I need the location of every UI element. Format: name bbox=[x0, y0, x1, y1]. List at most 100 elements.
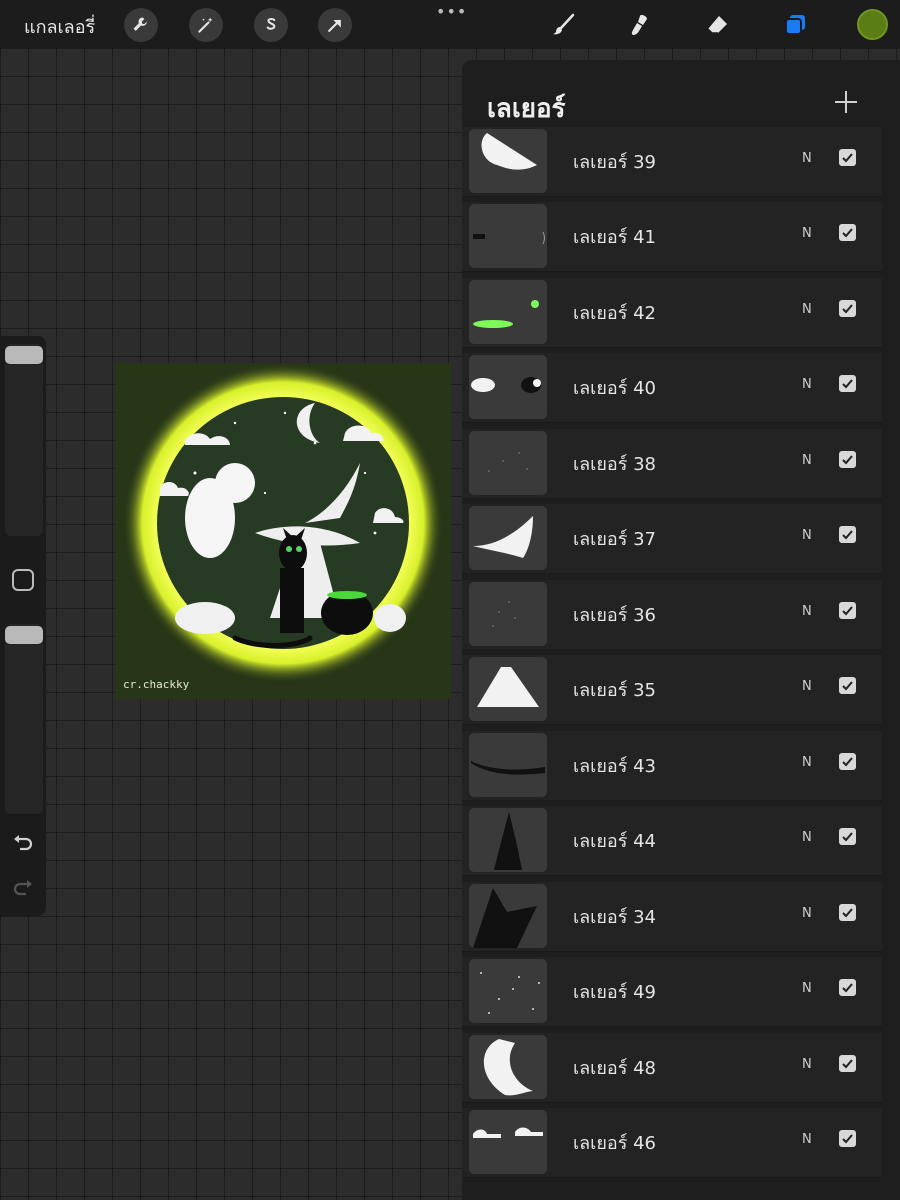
transform-arrow-icon bbox=[328, 19, 341, 32]
transform-button[interactable] bbox=[318, 8, 352, 42]
blend-mode-button[interactable]: N bbox=[802, 151, 812, 166]
layer-visibility-checkbox[interactable] bbox=[839, 149, 856, 166]
eraser-icon bbox=[707, 16, 727, 34]
blend-mode-button[interactable]: N bbox=[802, 755, 812, 770]
selection-s-icon bbox=[266, 18, 276, 30]
layer-visibility-checkbox[interactable] bbox=[839, 375, 856, 392]
layer-thumbnail[interactable] bbox=[469, 657, 547, 721]
layer-name: เลเยอร์ 34 bbox=[573, 907, 656, 928]
checkmark-icon bbox=[842, 379, 853, 389]
layer-name: เลเยอร์ 40 bbox=[573, 378, 656, 399]
layers-tool[interactable] bbox=[778, 8, 812, 42]
opacity-slider[interactable] bbox=[5, 624, 43, 814]
layer-thumbnail[interactable] bbox=[469, 884, 547, 948]
layer-name: เลเยอร์ 49 bbox=[573, 982, 656, 1003]
layer-name: เลเยอร์ 48 bbox=[573, 1058, 656, 1079]
layer-thumbnail[interactable] bbox=[469, 355, 547, 419]
layer-thumbnail[interactable] bbox=[469, 280, 547, 344]
blend-mode-button[interactable]: N bbox=[802, 302, 812, 317]
gallery-link[interactable]: แกลเลอรี่ bbox=[24, 12, 95, 41]
layer-row[interactable]: เลเยอร์ 34 N bbox=[462, 882, 882, 952]
layer-name: เลเยอร์ 41 bbox=[573, 227, 656, 248]
layer-visibility-checkbox[interactable] bbox=[839, 300, 856, 317]
layer-visibility-checkbox[interactable] bbox=[839, 1130, 856, 1147]
layer-row[interactable]: เลเยอร์ 35 N bbox=[462, 655, 882, 725]
brush-tool[interactable] bbox=[547, 8, 581, 42]
layer-row[interactable]: เลเยอร์ 46 N bbox=[462, 1108, 882, 1178]
layer-visibility-checkbox[interactable] bbox=[839, 602, 856, 619]
layer-row[interactable]: เลเยอร์ 36 N bbox=[462, 580, 882, 650]
layer-visibility-checkbox[interactable] bbox=[839, 1055, 856, 1072]
blend-mode-button[interactable]: N bbox=[802, 1132, 812, 1147]
checkmark-icon bbox=[842, 1059, 853, 1069]
layer-visibility-checkbox[interactable] bbox=[839, 828, 856, 845]
blend-mode-button[interactable]: N bbox=[802, 604, 812, 619]
layer-row[interactable]: เลเยอร์ 44 N bbox=[462, 806, 882, 876]
layer-row[interactable]: เลเยอร์ 43 N bbox=[462, 731, 882, 801]
blend-mode-button[interactable]: N bbox=[802, 226, 812, 241]
more-options-handle[interactable]: ••• bbox=[436, 2, 467, 21]
layer-thumbnail[interactable] bbox=[469, 1035, 547, 1099]
layer-visibility-checkbox[interactable] bbox=[839, 979, 856, 996]
blend-mode-button[interactable]: N bbox=[802, 528, 812, 543]
layer-thumbnail[interactable] bbox=[469, 431, 547, 495]
layer-row[interactable]: เลเยอร์ 42 N bbox=[462, 278, 882, 348]
brush-size-slider[interactable] bbox=[5, 344, 43, 536]
layer-visibility-checkbox[interactable] bbox=[839, 904, 856, 921]
layer-name: เลเยอร์ 43 bbox=[573, 756, 656, 777]
layer-visibility-checkbox[interactable] bbox=[839, 677, 856, 694]
checkmark-icon bbox=[842, 228, 853, 238]
layer-thumbnail[interactable] bbox=[469, 204, 547, 268]
layer-row[interactable]: เลเยอร์ 39 N bbox=[462, 127, 882, 197]
layer-name: เลเยอร์ 37 bbox=[573, 529, 656, 550]
blend-mode-button[interactable]: N bbox=[802, 981, 812, 996]
layers-icon bbox=[785, 15, 805, 35]
undo-icon[interactable] bbox=[12, 831, 34, 853]
top-toolbar: แกลเลอรี่ ••• bbox=[0, 0, 900, 48]
checkmark-icon bbox=[842, 1134, 853, 1144]
layer-visibility-checkbox[interactable] bbox=[839, 451, 856, 468]
layer-thumbnail[interactable] bbox=[469, 808, 547, 872]
layer-visibility-checkbox[interactable] bbox=[839, 526, 856, 543]
layer-row[interactable]: เลเยอร์ 49 N bbox=[462, 957, 882, 1027]
artwork-canvas[interactable]: cr.chackky bbox=[115, 363, 451, 699]
color-picker-button[interactable] bbox=[857, 9, 888, 40]
blend-mode-button[interactable]: N bbox=[802, 1057, 812, 1072]
adjustments-button[interactable] bbox=[189, 8, 223, 42]
layer-name: เลเยอร์ 44 bbox=[573, 831, 656, 852]
layer-thumbnail[interactable] bbox=[469, 1110, 547, 1174]
layer-name: เลเยอร์ 39 bbox=[573, 152, 656, 173]
blend-mode-button[interactable]: N bbox=[802, 906, 812, 921]
layer-visibility-checkbox[interactable] bbox=[839, 753, 856, 770]
add-layer-icon[interactable] bbox=[832, 88, 860, 116]
magic-wand-icon bbox=[198, 17, 213, 33]
layer-thumbnail[interactable] bbox=[469, 733, 547, 797]
selection-button[interactable] bbox=[254, 8, 288, 42]
brush-size-thumb[interactable] bbox=[5, 346, 43, 364]
layers-panel: เลเยอร์ เลเยอร์ 39 N เลเยอร์ 41 N เลเยอร… bbox=[462, 60, 900, 1200]
layer-thumbnail[interactable] bbox=[469, 506, 547, 570]
smudge-tool[interactable] bbox=[622, 8, 656, 42]
layer-row[interactable]: เลเยอร์ 37 N bbox=[462, 504, 882, 574]
eraser-tool[interactable] bbox=[701, 8, 735, 42]
blend-mode-button[interactable]: N bbox=[802, 830, 812, 845]
left-sidebar bbox=[0, 336, 46, 916]
blend-mode-button[interactable]: N bbox=[802, 377, 812, 392]
redo-icon[interactable] bbox=[12, 876, 34, 898]
layer-row[interactable]: เลเยอร์ 41 N bbox=[462, 202, 882, 272]
layer-thumbnail[interactable] bbox=[469, 129, 547, 193]
layer-row[interactable]: เลเยอร์ 48 N bbox=[462, 1033, 882, 1103]
layer-thumbnail[interactable] bbox=[469, 959, 547, 1023]
opacity-thumb[interactable] bbox=[5, 626, 43, 644]
actions-button[interactable] bbox=[124, 8, 158, 42]
layer-name: เลเยอร์ 46 bbox=[573, 1133, 656, 1154]
layer-row[interactable]: เลเยอร์ 38 N bbox=[462, 429, 882, 499]
layer-row[interactable]: เลเยอร์ 40 N bbox=[462, 353, 882, 423]
layer-visibility-checkbox[interactable] bbox=[839, 224, 856, 241]
artwork-illustration bbox=[123, 363, 443, 683]
brush-icon bbox=[553, 13, 575, 35]
layer-thumbnail[interactable] bbox=[469, 582, 547, 646]
modify-button[interactable] bbox=[12, 569, 34, 591]
blend-mode-button[interactable]: N bbox=[802, 453, 812, 468]
blend-mode-button[interactable]: N bbox=[802, 679, 812, 694]
